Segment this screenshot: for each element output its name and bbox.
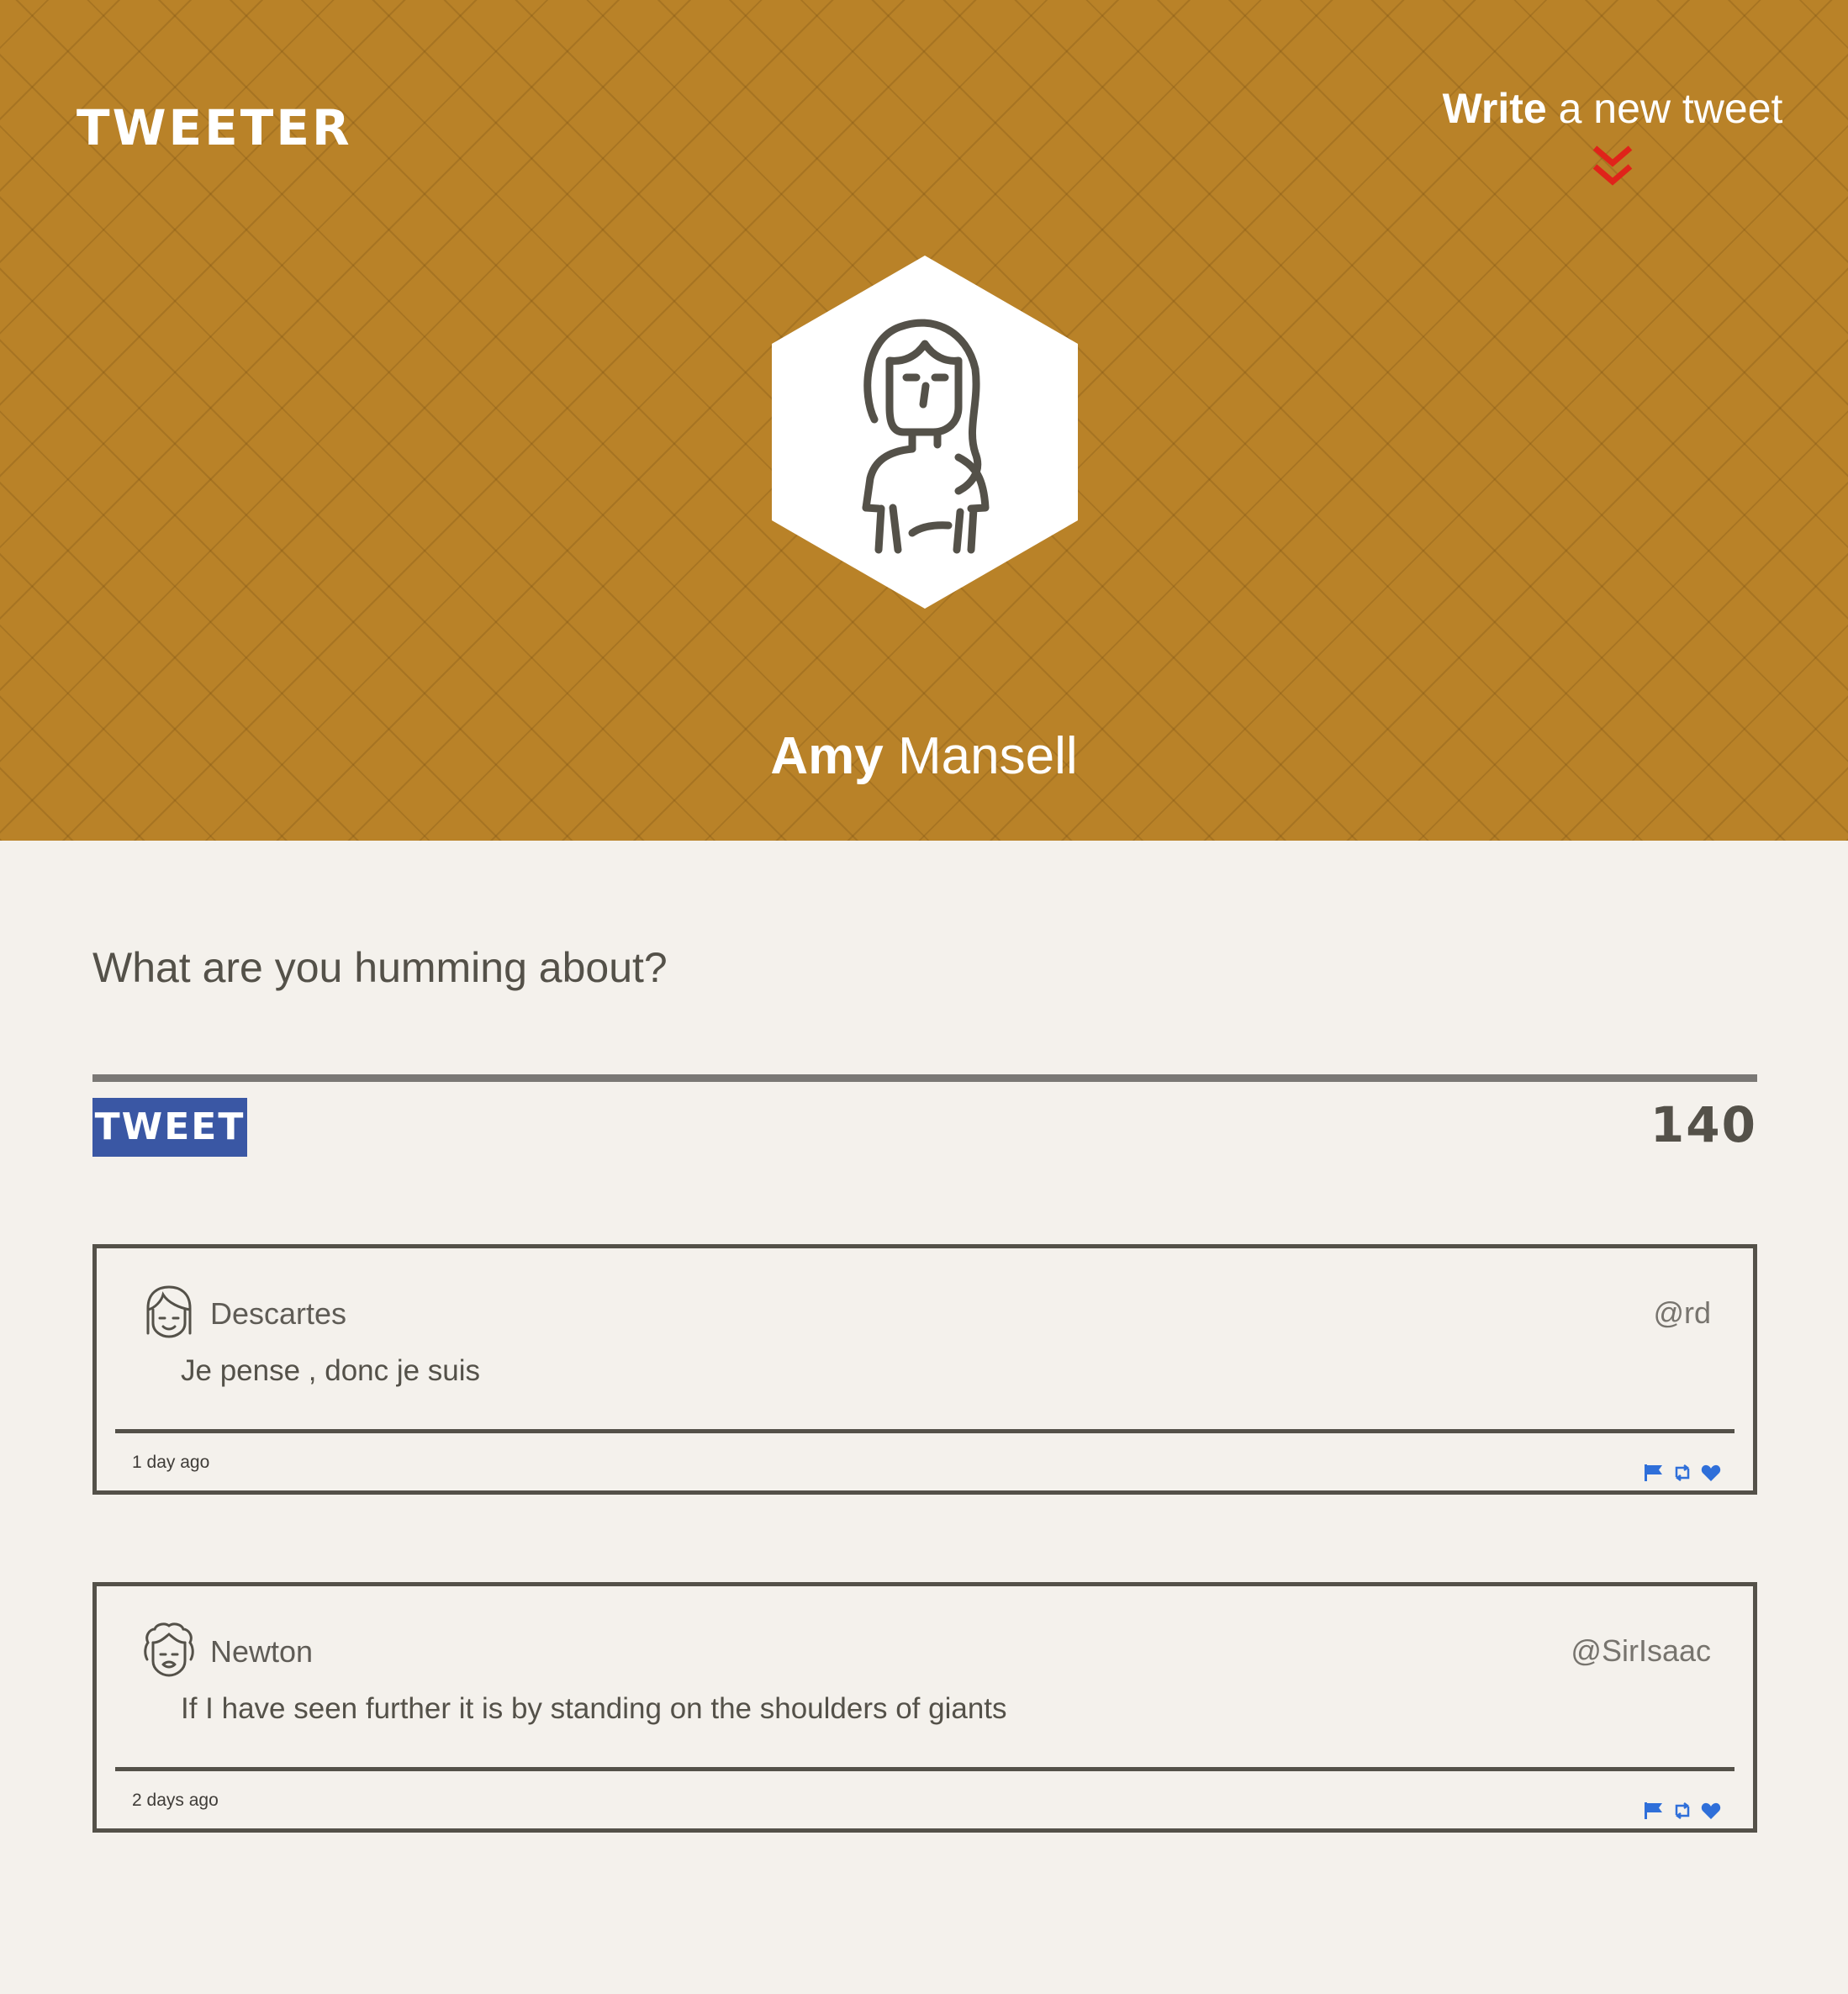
flag-icon[interactable] xyxy=(1644,1801,1664,1820)
tweet-textarea[interactable]: What are you humming about? xyxy=(92,943,668,992)
tweet-author-name: Descartes xyxy=(210,1296,347,1331)
newton-avatar-icon xyxy=(144,1622,194,1677)
profile-name: Amy Mansell xyxy=(770,727,1078,785)
app-logo[interactable]: Tweeter xyxy=(77,99,352,156)
profile-header: Tweeter Write a new tweet Amy Man xyxy=(0,0,1848,841)
descartes-avatar-icon xyxy=(146,1285,192,1338)
tweet-submit-button[interactable]: Tweet xyxy=(92,1098,247,1157)
tweet-card: Descartes @rd Je pense , donc je suis 1 … xyxy=(92,1244,1757,1495)
tweet-actions xyxy=(1644,1801,1721,1820)
write-new-tweet-toggle[interactable]: Write a new tweet xyxy=(1436,84,1789,192)
tweet-divider xyxy=(115,1767,1734,1771)
tweet-actions xyxy=(1644,1464,1721,1482)
retweet-icon[interactable] xyxy=(1672,1801,1692,1820)
tweet-timestamp: 1 day ago xyxy=(132,1453,210,1472)
tweet-author-name: Newton xyxy=(210,1634,314,1669)
tweet-author-handle: @rd xyxy=(1653,1295,1711,1330)
retweet-icon[interactable] xyxy=(1672,1464,1692,1482)
profile-avatar xyxy=(772,256,1078,609)
tweet-card: Newton @SirIsaac If I have seen further … xyxy=(92,1582,1757,1833)
tweet-text: If I have seen further it is by standing… xyxy=(181,1692,1007,1725)
double-chevron-down-icon[interactable] xyxy=(1590,145,1635,192)
heart-icon[interactable] xyxy=(1701,1464,1721,1482)
tweet-divider xyxy=(115,1429,1734,1433)
character-counter: 140 xyxy=(1650,1096,1757,1153)
textarea-underline xyxy=(92,1074,1757,1082)
write-new-tweet-label[interactable]: Write a new tweet xyxy=(1436,84,1789,133)
heart-icon[interactable] xyxy=(1701,1801,1721,1820)
flag-icon[interactable] xyxy=(1644,1464,1664,1482)
tweet-author-handle: @SirIsaac xyxy=(1571,1633,1711,1668)
woman-avatar-icon xyxy=(862,319,990,554)
tweet-text: Je pense , donc je suis xyxy=(181,1354,481,1387)
tweet-timestamp: 2 days ago xyxy=(132,1791,219,1810)
